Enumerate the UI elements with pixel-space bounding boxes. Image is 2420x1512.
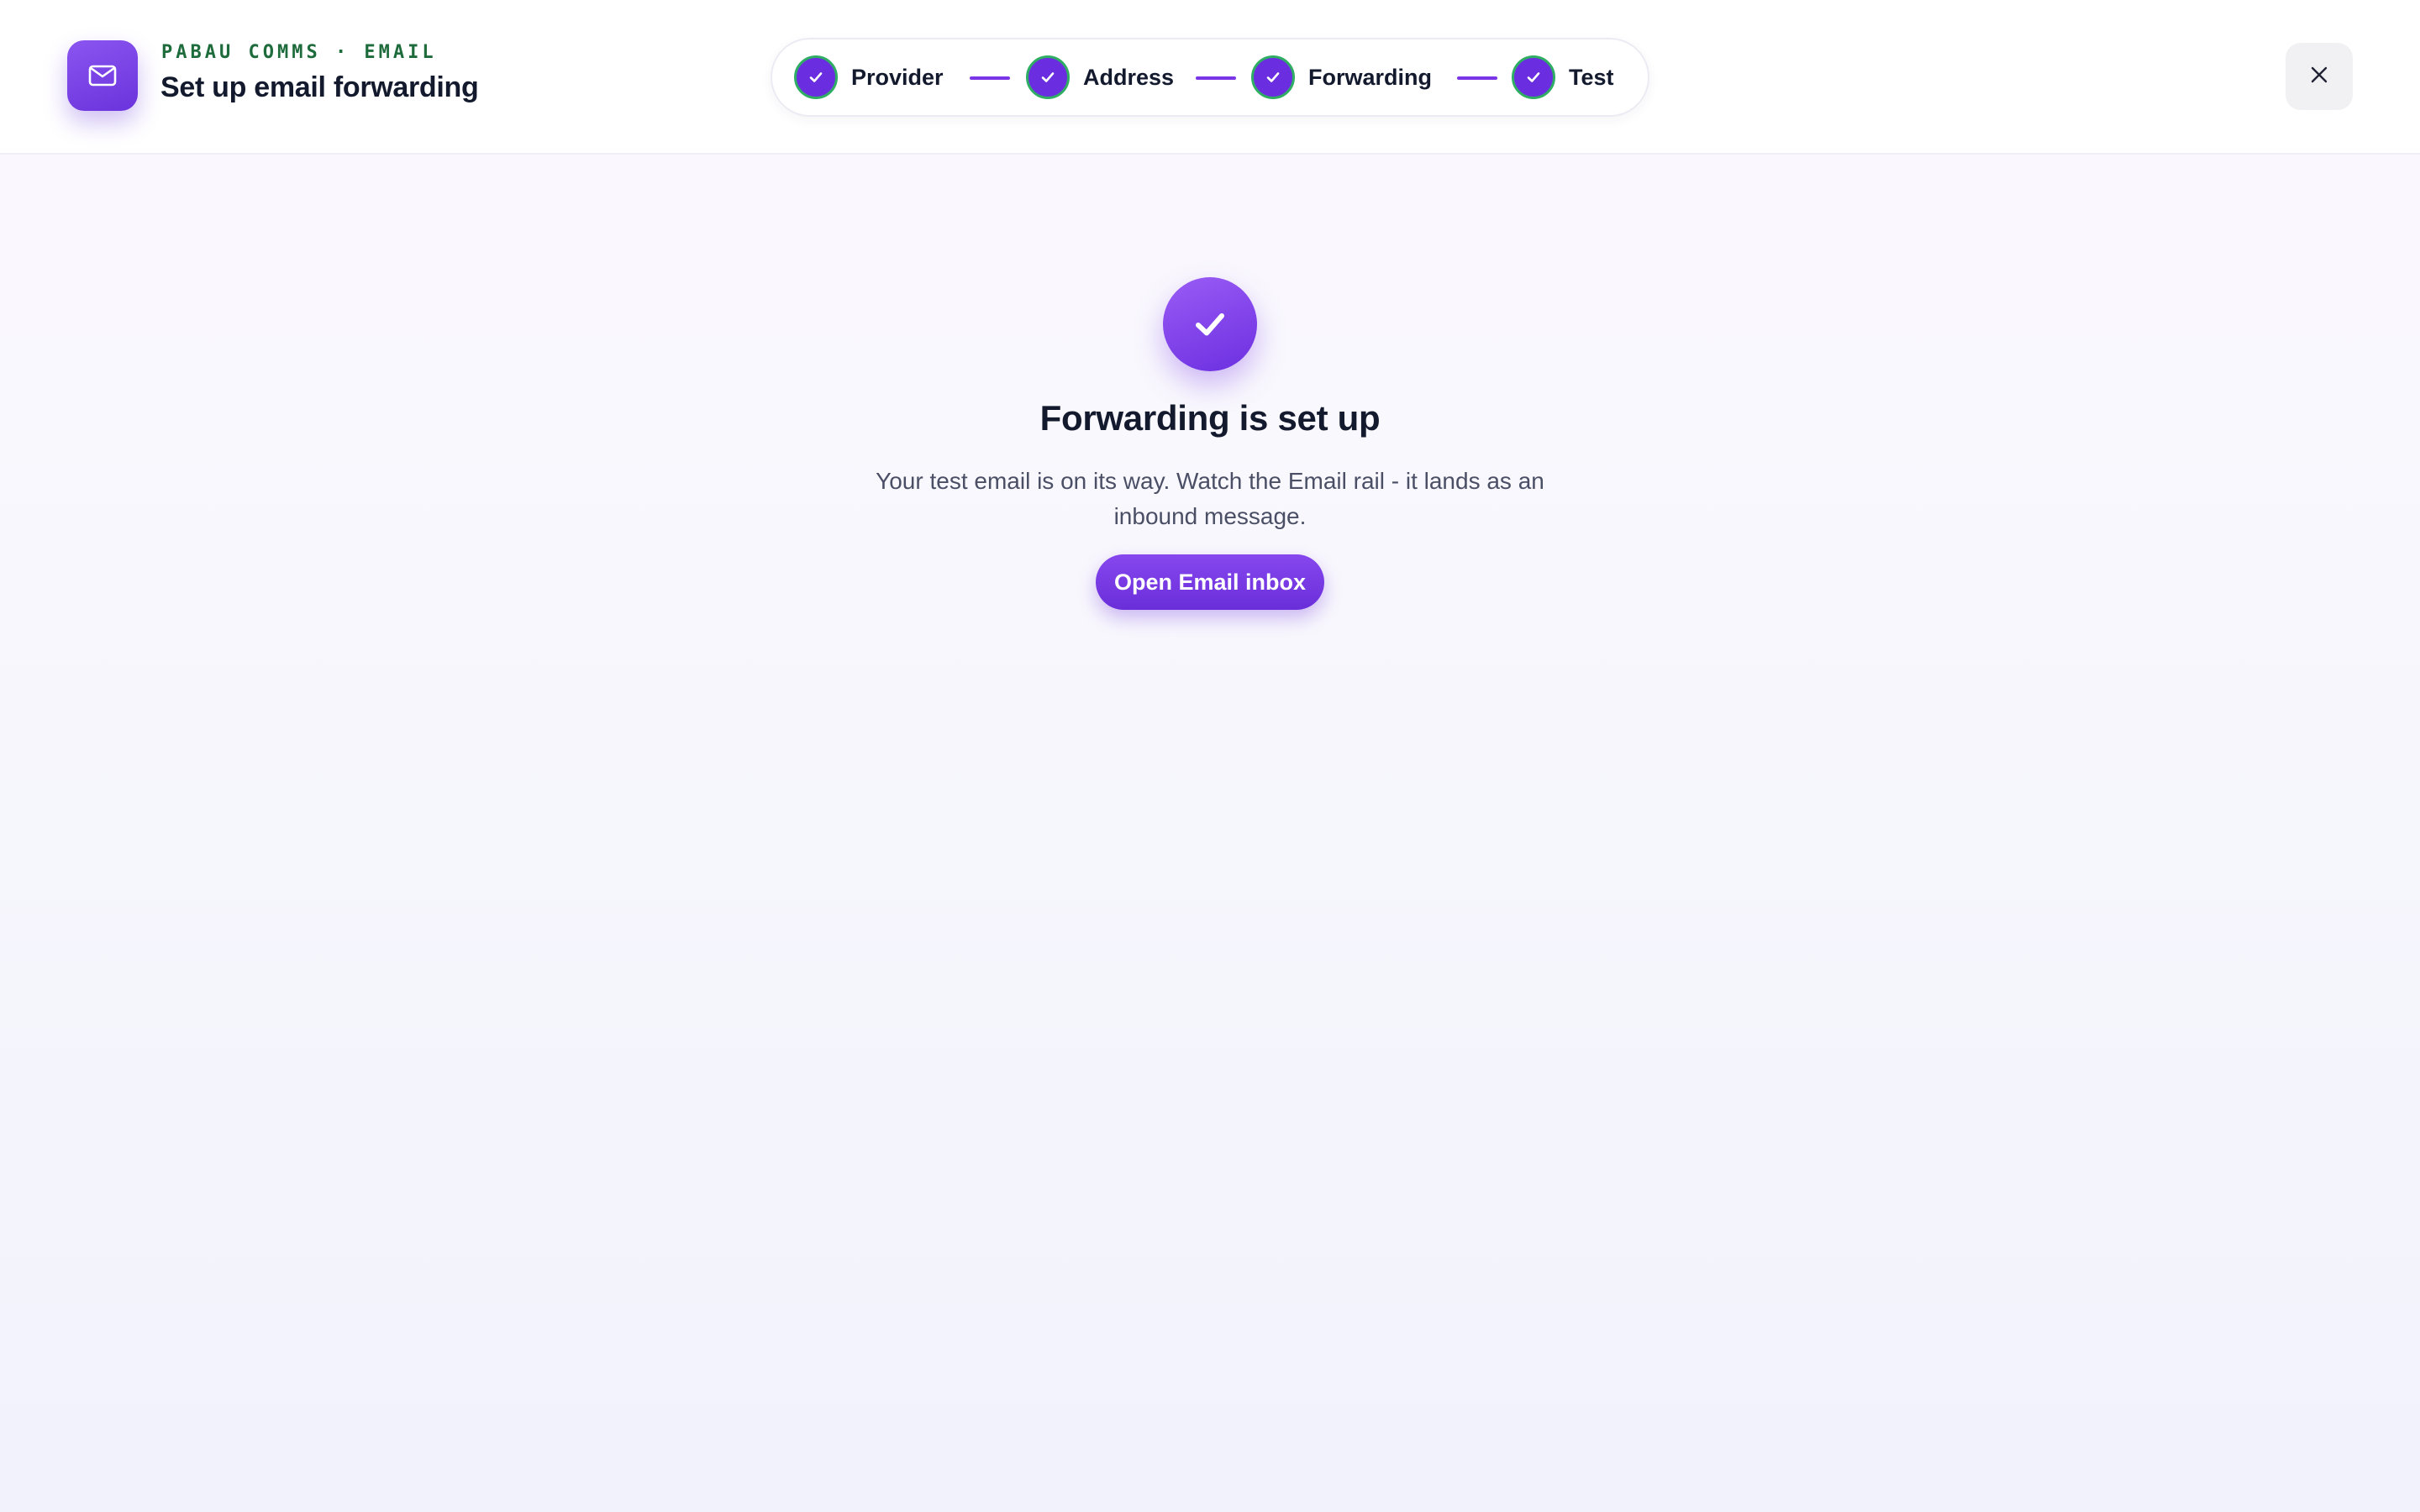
app-kicker: PABAU COMMS · EMAIL	[161, 42, 437, 63]
step-connector	[970, 76, 1010, 80]
step-test[interactable]: Test	[1512, 39, 1614, 115]
close-icon	[2309, 65, 2329, 89]
step-provider[interactable]: Provider	[794, 39, 944, 115]
step-label: Provider	[851, 64, 944, 90]
step-forwarding[interactable]: Forwarding	[1251, 39, 1432, 115]
step-label: Test	[1569, 64, 1614, 90]
page-title: Set up email forwarding	[160, 71, 479, 103]
mail-icon	[67, 40, 138, 111]
step-label: Forwarding	[1308, 64, 1432, 90]
success-title: Forwarding is set up	[1039, 398, 1381, 438]
success-message: Your test email is on its way. Watch the…	[876, 468, 1544, 529]
check-icon	[1026, 55, 1070, 99]
check-icon	[1251, 55, 1295, 99]
close-button[interactable]	[2286, 43, 2353, 110]
check-icon	[1512, 55, 1555, 99]
header: PABAU COMMS · EMAIL Set up email forward…	[0, 0, 2420, 155]
step-connector	[1457, 76, 1497, 80]
progress-stepper: Provider Address Forwarding Test	[771, 38, 1649, 117]
step-connector	[1196, 76, 1236, 80]
open-email-inbox-button[interactable]: Open Email inbox	[1096, 554, 1324, 610]
check-icon	[794, 55, 838, 99]
success-check-icon	[1163, 277, 1257, 371]
step-label: Address	[1083, 64, 1175, 90]
step-address[interactable]: Address	[1026, 39, 1174, 115]
